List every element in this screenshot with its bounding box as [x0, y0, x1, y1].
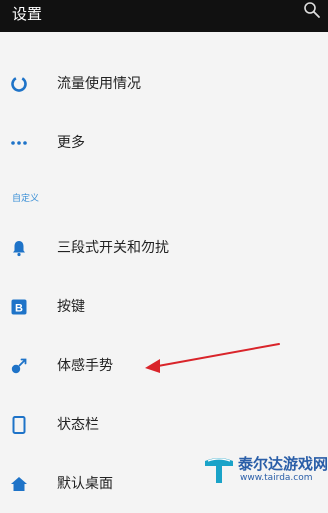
watermark: 泰尔达游戏网 www.tairda.com [200, 451, 328, 489]
annotation-arrow [145, 343, 280, 373]
watermark-url: www.tairda.com [240, 473, 313, 483]
watermark-name: 泰尔达游戏网 [238, 455, 328, 473]
watermark-logo-icon [205, 458, 233, 483]
